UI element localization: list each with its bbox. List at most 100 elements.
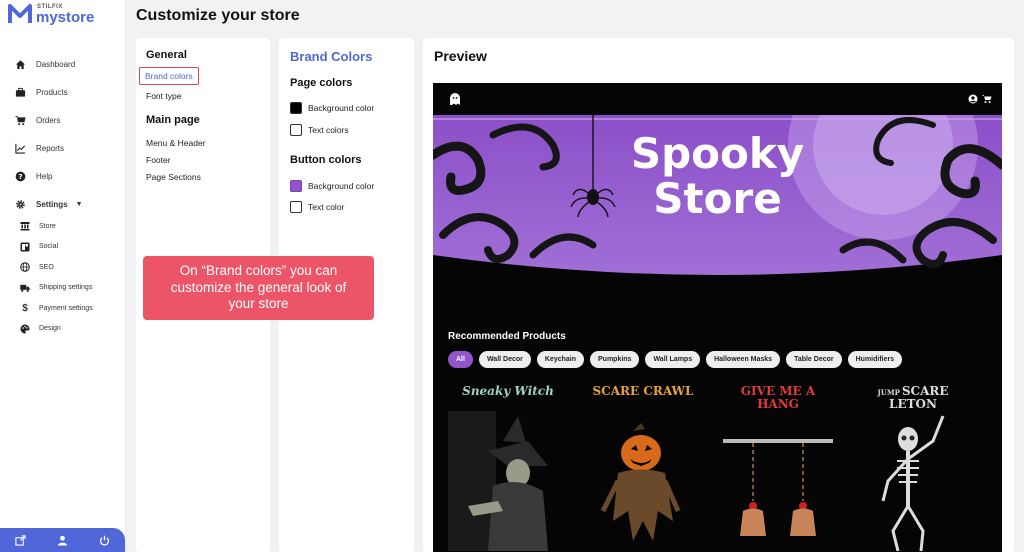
product-grid: Sneaky Witch SCARE CRAWL GIVE ME A HANG … <box>448 381 993 552</box>
subnav-label: Store <box>39 222 56 230</box>
social-icon <box>20 242 30 252</box>
palette-icon <box>20 324 30 334</box>
section-title-general: General <box>146 49 187 61</box>
dollar-icon: $ <box>22 302 28 314</box>
store-icon <box>20 221 30 231</box>
page-title: Customize your store <box>136 7 300 24</box>
user-icon[interactable] <box>56 534 68 546</box>
nav-link-font-type[interactable]: Font type <box>146 91 181 101</box>
nav-item-help[interactable]: ? Help <box>0 162 126 190</box>
store-preview: Spooky Store Recommended Products All Wa… <box>433 83 1002 552</box>
nav-label: Reports <box>36 143 65 153</box>
chip-wall-decor[interactable]: Wall Decor <box>478 351 531 368</box>
page-text-color-row[interactable]: Text colors <box>290 124 349 136</box>
nav-label: Products <box>36 87 68 97</box>
hero-line-2: Store <box>653 174 782 224</box>
swatch-label: Background color <box>308 103 375 113</box>
briefcase-icon <box>14 86 26 98</box>
subnav-label: Shipping settings <box>39 284 93 292</box>
store-header <box>433 83 1002 115</box>
nav-item-orders[interactable]: Orders <box>0 106 126 134</box>
product-card[interactable]: Sneaky Witch <box>448 381 568 552</box>
subnav-label: Payment settings <box>39 304 93 312</box>
account-icon[interactable] <box>968 94 978 104</box>
product-title: GIVE ME A HANG <box>740 384 816 411</box>
hanging-hands-image <box>723 439 833 536</box>
chip-halloween-masks[interactable]: Halloween Masks <box>706 351 781 368</box>
nav-link-page-sections[interactable]: Page Sections <box>146 172 201 182</box>
subnav-item-design[interactable]: Design <box>0 319 126 340</box>
product-title: JUMP SCARE LETON <box>853 385 973 410</box>
chip-humidifiers[interactable]: Humidifiers <box>847 351 903 368</box>
nav-item-settings[interactable]: Settings ▼ <box>0 190 126 218</box>
page-colors-title: Page colors <box>290 77 353 89</box>
nav-link-footer[interactable]: Footer <box>146 155 171 165</box>
subnav-label: Social <box>39 243 59 251</box>
power-icon[interactable] <box>98 534 110 546</box>
chip-wall-lamps[interactable]: Wall Lamps <box>645 351 701 368</box>
logo-name: mystore <box>36 8 95 26</box>
caret-down-icon: ▼ <box>75 200 83 208</box>
chip-pumpkins[interactable]: Pumpkins <box>590 351 640 368</box>
product-title: Sneaky Witch <box>462 384 554 398</box>
product-card[interactable]: JUMP SCARE LETON <box>853 381 973 552</box>
app-logo[interactable]: STILFIX mystore <box>8 3 94 25</box>
button-colors-title: Button colors <box>290 154 362 166</box>
product-card[interactable]: SCARE CRAWL <box>583 381 703 552</box>
nav-link-menu-header[interactable]: Menu & Header <box>146 138 206 148</box>
swatch-label: Text color <box>308 202 345 212</box>
globe-icon <box>20 262 30 273</box>
ghost-icon <box>450 93 460 105</box>
sidebar: STILFIX mystore Dashboard Products Order… <box>0 0 126 552</box>
color-swatch[interactable] <box>290 180 302 192</box>
chip-table-decor[interactable]: Table Decor <box>786 351 842 368</box>
button-text-color-row[interactable]: Text color <box>290 201 344 213</box>
nav-link-brand-colors[interactable]: Brand colors <box>139 67 199 85</box>
subnav-item-social[interactable]: Social <box>0 237 126 258</box>
color-swatch[interactable] <box>290 102 302 114</box>
svg-text:?: ? <box>18 171 22 180</box>
nav-label: Settings <box>36 199 68 209</box>
nav-label: Help <box>36 171 53 181</box>
section-title-main-page: Main page <box>146 114 200 126</box>
subnav-item-payment[interactable]: $ Payment settings <box>0 298 126 319</box>
chip-all[interactable]: All <box>448 351 473 368</box>
skeleton-image <box>881 415 945 551</box>
nav-label: Orders <box>36 115 61 125</box>
cart-icon[interactable] <box>982 94 992 104</box>
swatch-label: Background color <box>308 181 375 191</box>
category-chips: All Wall Decor Keychain Pumpkins Wall La… <box>448 351 903 368</box>
subnav-label: Design <box>39 325 61 333</box>
main-nav: Dashboard Products Orders Reports ? Help… <box>0 50 126 218</box>
scarecrow-image <box>600 423 681 541</box>
subnav-item-seo[interactable]: SEO <box>0 257 126 278</box>
color-swatch[interactable] <box>290 201 302 213</box>
settings-subnav: Store Social SEO Shipping settings $ Pay… <box>0 216 126 339</box>
nav-item-dashboard[interactable]: Dashboard <box>0 50 126 78</box>
color-swatch[interactable] <box>290 124 302 136</box>
truck-icon <box>20 283 30 293</box>
subnav-item-shipping[interactable]: Shipping settings <box>0 278 126 299</box>
preview-title: Preview <box>434 48 487 64</box>
subnav-item-store[interactable]: Store <box>0 216 126 237</box>
gear-icon <box>14 198 26 210</box>
chip-keychain[interactable]: Keychain <box>536 351 584 368</box>
subnav-label: SEO <box>39 263 54 271</box>
hero-line-1: Spooky <box>630 129 805 178</box>
button-background-color-row[interactable]: Background color <box>290 180 374 192</box>
nav-label: Dashboard <box>36 59 76 69</box>
hero-title: Spooky Store <box>433 131 1002 222</box>
help-icon: ? <box>14 170 26 182</box>
product-title: SCARE CRAWL <box>592 384 694 398</box>
sidebar-footer <box>0 528 125 552</box>
preview-panel: Preview Spooky Store Recommended Product… <box>423 38 1014 552</box>
tutorial-callout: On “Brand colors” you can customize the … <box>143 256 374 320</box>
product-card[interactable]: GIVE ME A HANG <box>718 381 838 552</box>
recommended-title: Recommended Products <box>448 331 566 342</box>
external-link-icon[interactable] <box>15 534 27 546</box>
nav-item-reports[interactable]: Reports <box>0 134 126 162</box>
logo-icon <box>8 4 32 23</box>
nav-item-products[interactable]: Products <box>0 78 126 106</box>
page-background-color-row[interactable]: Background color <box>290 102 374 114</box>
chart-icon <box>14 142 26 154</box>
